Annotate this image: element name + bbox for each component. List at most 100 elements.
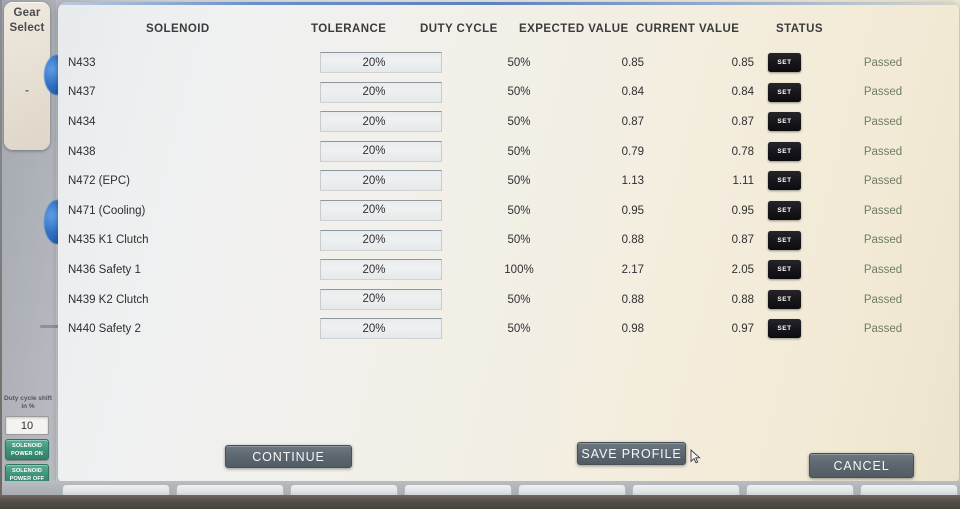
tolerance-input[interactable]: 20% [320, 259, 442, 281]
set-button[interactable]: SET [768, 82, 801, 102]
set-button[interactable]: SET [768, 289, 801, 309]
tolerance-input[interactable]: 20% [320, 81, 442, 103]
table-row: N436 Safety 1 20% 100% 2.17 2.05 SET Passed [58, 255, 959, 285]
cell-expected-value: 0.79 [621, 145, 644, 158]
set-button[interactable]: SET [768, 112, 801, 132]
tolerance-input[interactable]: 20% [320, 111, 442, 133]
cell-duty-cycle: 50% [507, 323, 531, 336]
gear-select-value: - [25, 83, 29, 97]
cell-duty-cycle: 50% [507, 115, 531, 128]
tolerance-input[interactable]: 20% [320, 199, 442, 221]
cell-current-value: 1.11 [732, 175, 754, 188]
cell-expected-value: 0.98 [621, 323, 644, 336]
tolerance-field-wrapper: 20% [320, 140, 442, 162]
cell-expected-value: 0.84 [621, 86, 644, 99]
cell-current-value: 0.78 [731, 145, 754, 158]
cell-current-value: 0.85 [731, 56, 754, 69]
bottom-tab[interactable] [290, 484, 398, 495]
bottom-tab[interactable] [176, 484, 284, 495]
tolerance-input[interactable]: 20% [320, 170, 442, 192]
cell-solenoid-name: N434 [68, 115, 96, 128]
tolerance-field-wrapper: 20% [320, 318, 442, 340]
cell-duty-cycle: 50% [507, 204, 531, 217]
cancel-button[interactable]: CANCEL [809, 453, 914, 478]
table-row: N439 K2 Clutch 20% 50% 0.88 0.88 SET Passed [58, 285, 959, 315]
cell-duty-cycle: 50% [507, 145, 531, 158]
cell-solenoid-name: N471 (Cooling) [68, 204, 146, 217]
set-button[interactable]: SET [768, 200, 801, 220]
cell-status: Passed [863, 56, 903, 69]
tolerance-input[interactable]: 20% [320, 140, 442, 162]
gear-select-label-line2: Select [9, 22, 45, 34]
save-profile-button[interactable]: SAVE PROFILE [577, 442, 686, 465]
bottom-tab[interactable] [62, 484, 170, 495]
cell-expected-value: 0.95 [621, 204, 644, 217]
continue-button[interactable]: CONTINUE [225, 445, 352, 468]
table-row: N435 K1 Clutch 20% 50% 0.88 0.87 SET Passed [58, 226, 959, 256]
bottom-tab[interactable] [860, 484, 958, 495]
tolerance-field-wrapper: 20% [320, 81, 442, 103]
tolerance-input[interactable]: 20% [320, 229, 442, 251]
bottom-tab[interactable] [518, 484, 626, 495]
cell-current-value: 0.88 [731, 293, 754, 306]
set-button[interactable]: SET [768, 260, 801, 280]
solenoid-test-panel: SOLENOID TOLERANCE DUTY CYCLE EXPECTED V… [58, 2, 959, 482]
solenoid-power-on-button[interactable]: SOLENOID POWER ON [5, 439, 49, 460]
tolerance-input[interactable]: 20% [320, 318, 442, 340]
cell-solenoid-name: N435 K1 Clutch [68, 234, 149, 247]
set-button[interactable]: SET [768, 319, 801, 339]
set-button[interactable]: SET [768, 53, 801, 72]
set-button[interactable]: SET [768, 141, 801, 161]
tolerance-field-wrapper: 20% [320, 259, 442, 281]
table-row: N472 (EPC) 20% 50% 1.13 1.11 SET Passed [58, 166, 959, 196]
cell-solenoid-name: N437 [68, 86, 96, 99]
bottom-tab[interactable] [404, 484, 512, 495]
bottom-tab[interactable] [632, 484, 740, 495]
table-row: N440 Safety 2 20% 50% 0.98 0.97 SET Passed [58, 314, 959, 344]
cell-solenoid-name: N440 Safety 2 [68, 323, 141, 336]
table-row: N471 (Cooling) 20% 50% 0.95 0.95 SET Passed [58, 196, 959, 226]
cell-duty-cycle: 50% [507, 175, 531, 188]
cell-status: Passed [863, 234, 903, 247]
tolerance-input[interactable]: 20% [320, 288, 442, 310]
monitor-bezel-left [0, 0, 2, 495]
tolerance-field-wrapper: 20% [320, 199, 442, 221]
cell-solenoid-name: N433 [68, 56, 96, 69]
set-button[interactable]: SET [768, 171, 801, 191]
table-row: N434 20% 50% 0.87 0.87 SET Passed [58, 107, 959, 137]
column-header-duty-cycle: DUTY CYCLE [420, 23, 498, 35]
gear-select-label-line1: Gear [13, 7, 41, 19]
column-header-solenoid: SOLENOID [146, 23, 210, 35]
tolerance-field-wrapper: 20% [320, 229, 442, 251]
panel-accent-line [58, 2, 959, 5]
solenoid-table-body: N433 20% 50% 0.85 0.85 SET Passed N437 20% 50% 0.8… [58, 48, 959, 344]
cell-duty-cycle: 50% [507, 234, 531, 247]
cell-duty-cycle: 50% [507, 86, 531, 99]
column-header-tolerance: TOLERANCE [311, 23, 387, 35]
cell-expected-value: 0.85 [621, 56, 644, 69]
cell-duty-cycle: 50% [507, 293, 531, 306]
bottom-tab-strip [0, 481, 960, 495]
cell-current-value: 0.97 [731, 323, 754, 336]
cell-solenoid-name: N436 Safety 1 [68, 263, 141, 276]
cell-current-value: 0.84 [731, 86, 754, 99]
column-header-status: STATUS [776, 23, 823, 35]
duty-cycle-shift-input[interactable]: 10 [5, 416, 49, 435]
cell-status: Passed [863, 293, 903, 306]
table-row: N433 20% 50% 0.85 0.85 SET Passed [58, 48, 959, 78]
cell-status: Passed [863, 323, 903, 336]
duty-cycle-shift-label: Duty cycle shift in % [3, 395, 53, 410]
monitor-bezel [0, 495, 960, 509]
cell-status: Passed [863, 115, 903, 128]
cell-status: Passed [863, 204, 903, 217]
mouse-cursor-icon [690, 449, 701, 464]
cell-solenoid-name: N439 K2 Clutch [68, 293, 149, 306]
cell-expected-value: 0.87 [621, 115, 644, 128]
cell-expected-value: 0.88 [621, 234, 644, 247]
cell-status: Passed [863, 175, 903, 188]
cell-expected-value: 1.13 [621, 175, 644, 188]
set-button[interactable]: SET [768, 230, 801, 250]
bottom-tab[interactable] [746, 484, 854, 495]
tolerance-field-wrapper: 20% [320, 170, 442, 192]
tolerance-input[interactable]: 20% [320, 52, 442, 73]
